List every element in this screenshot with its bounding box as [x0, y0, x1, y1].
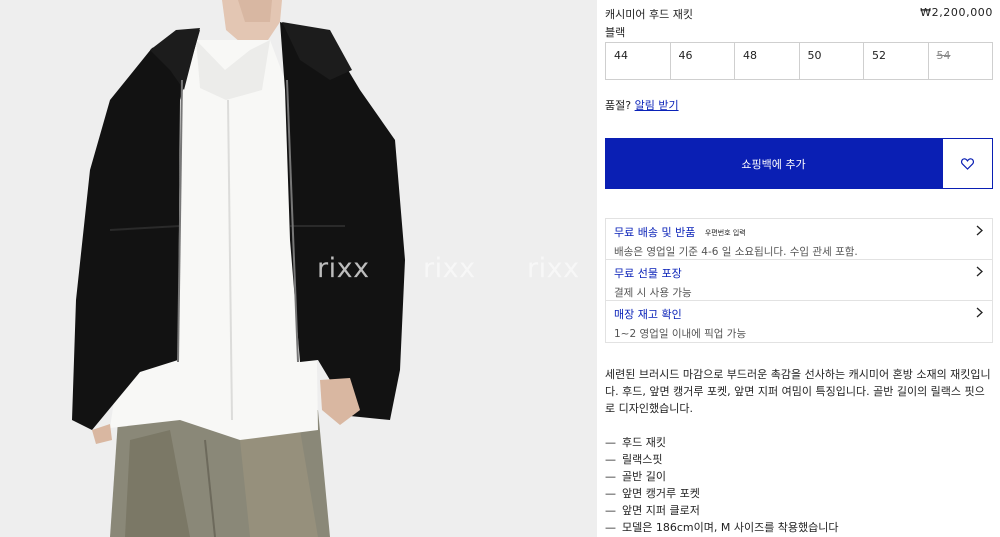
size-label: 50 — [807, 49, 822, 62]
watermark-text: rixx — [317, 253, 370, 284]
soldout-question: 품절? — [605, 99, 632, 112]
product-color: 블랙 — [605, 26, 626, 39]
size-label: 46 — [678, 49, 693, 62]
size-option[interactable]: 44 — [606, 43, 671, 79]
feature-item: — 앞면 캥거루 포켓 — [605, 487, 700, 500]
notify-link[interactable]: 알림 받기 — [635, 99, 679, 112]
feature-list: — 후드 재킷 — 릴랙스핏 — 골반 길이 — 앞면 캥거루 포켓 — 앞면 지퍼 클로… — [605, 434, 993, 536]
feature-text: 앞면 지퍼 클로저 — [622, 504, 700, 517]
size-option[interactable]: 50 — [800, 43, 864, 79]
size-option[interactable]: 52 — [864, 43, 929, 79]
feature-item: — 골반 길이 — [605, 470, 666, 483]
product-description: 세련된 브러시드 마감으로 부드러운 촉감을 선사하는 캐시미어 혼방 소재의 … — [605, 368, 991, 415]
info-title: 매장 재고 확인 — [614, 308, 682, 321]
chevron-right-icon — [976, 225, 983, 236]
feature-item: — 앞면 지퍼 클로저 — [605, 504, 700, 517]
product-name: 캐시미어 후드 재킷 — [605, 8, 693, 21]
size-label: 48 — [743, 49, 757, 62]
product-image[interactable]: rixx rixx rixx — [0, 0, 597, 537]
soldout-notify-row: 품절? 알림 받기 — [605, 97, 679, 113]
chevron-right-icon — [976, 307, 983, 318]
title-row: 캐시미어 후드 재킷 ₩2,200,000 — [605, 6, 993, 22]
info-title: 무료 배송 및 반품 — [614, 226, 696, 239]
info-item-shipping[interactable]: 무료 배송 및 반품 우편번호 입력 배송은 영업일 기준 4-6 일 소요됩니… — [606, 219, 992, 260]
size-label: 52 — [872, 49, 886, 62]
feature-text: 모델은 186cm이며, M 사이즈를 착용했습니다 — [622, 521, 839, 534]
product-details-panel: 캐시미어 후드 재킷 ₩2,200,000 블랙 44 46 48 50 52 … — [605, 0, 993, 537]
feature-item: — 후드 재킷 — [605, 436, 666, 449]
info-item-gift-wrap[interactable]: 무료 선물 포장 결제 시 사용 가능 — [606, 260, 992, 301]
info-subtext: 결제 시 사용 가능 — [614, 287, 692, 299]
feature-item: — 릴랙스핏 — [605, 453, 663, 466]
add-to-bag-row: 쇼핑백에 추가 — [605, 138, 993, 189]
info-subtext: 1~2 영업일 이내에 픽업 가능 — [614, 328, 747, 340]
service-info-list: 무료 배송 및 반품 우편번호 입력 배송은 영업일 기준 4-6 일 소요됩니… — [605, 218, 993, 343]
heart-icon — [961, 157, 974, 170]
model-photo-illustration — [0, 0, 597, 537]
feature-item: — 모델은 186cm이며, M 사이즈를 착용했습니다 — [605, 521, 839, 534]
postcode-note: 우편번호 입력 — [704, 229, 746, 237]
info-item-store-stock[interactable]: 매장 재고 확인 1~2 영업일 이내에 픽업 가능 — [606, 301, 992, 342]
wishlist-button[interactable] — [942, 138, 993, 189]
feature-text: 릴랙스핏 — [622, 453, 663, 466]
info-title: 무료 선물 포장 — [614, 267, 682, 280]
size-option[interactable]: 48 — [735, 43, 800, 79]
feature-text: 앞면 캥거루 포켓 — [622, 487, 700, 500]
feature-text: 후드 재킷 — [622, 436, 666, 449]
size-option-soldout[interactable]: 54 — [929, 43, 993, 79]
watermark-text: rixx — [527, 253, 580, 284]
size-label: 44 — [614, 49, 628, 62]
size-label: 54 — [936, 49, 951, 62]
chevron-right-icon — [976, 266, 983, 277]
size-selector: 44 46 48 50 52 54 — [605, 42, 993, 80]
info-subtext: 배송은 영업일 기준 4-6 일 소요됩니다. 수입 관세 포함. — [614, 246, 858, 258]
size-option[interactable]: 46 — [671, 43, 735, 79]
watermark-text: rixx — [423, 253, 476, 284]
feature-text: 골반 길이 — [622, 470, 666, 483]
product-price: ₩2,200,000 — [920, 6, 993, 19]
add-to-bag-button[interactable]: 쇼핑백에 추가 — [605, 138, 942, 189]
